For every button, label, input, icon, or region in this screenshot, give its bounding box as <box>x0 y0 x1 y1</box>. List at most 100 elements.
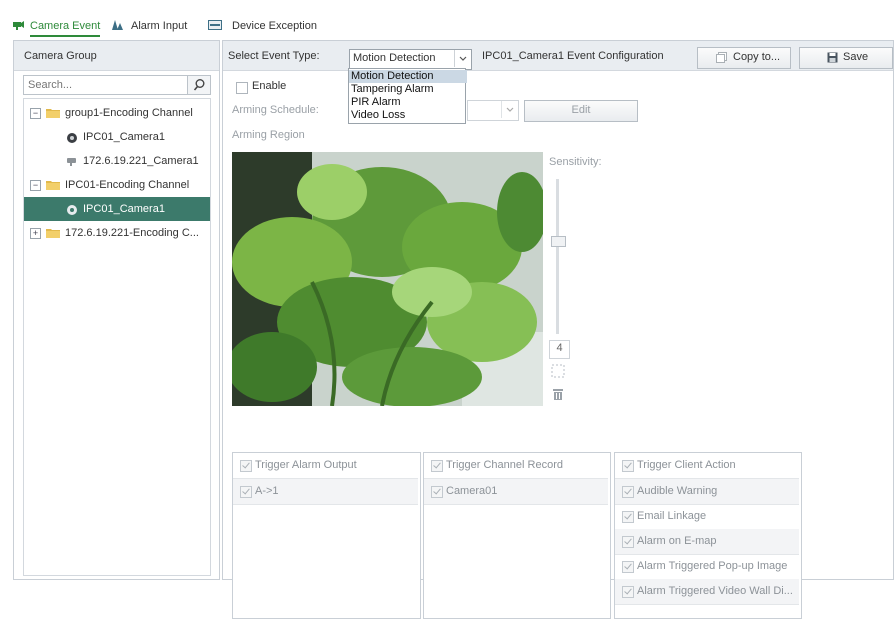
item-label: Alarm Triggered Pop-up Image <box>637 560 788 572</box>
tree-node-label: group1-Encoding Channel <box>65 107 193 119</box>
copy-icon <box>716 52 727 63</box>
trigger-header-label: Trigger Client Action <box>637 459 736 471</box>
trigger-alarm-output-header[interactable]: Trigger Alarm Output <box>233 453 418 479</box>
trigger-client-action-checkbox[interactable] <box>622 460 634 472</box>
item-label: Camera01 <box>446 485 498 497</box>
dropdown-arrow[interactable] <box>454 50 471 67</box>
camera-tree: − group1-Encoding Channel IPC01_Camera1 … <box>23 98 211 576</box>
collapse-toggle[interactable]: − <box>30 108 41 119</box>
item-checkbox[interactable] <box>622 536 634 548</box>
tree-node-group1[interactable]: − group1-Encoding Channel <box>24 101 210 125</box>
tab-label: Camera Event <box>30 15 101 37</box>
item-checkbox[interactable] <box>240 486 252 498</box>
list-item[interactable]: Audible Warning <box>615 479 799 505</box>
trigger-alarm-output-checkbox[interactable] <box>240 460 252 472</box>
item-label: A->1 <box>255 485 279 497</box>
event-config-header: Select Event Type: Motion Detection IPC0… <box>223 41 893 71</box>
sensitivity-slider-thumb[interactable] <box>551 236 566 247</box>
fullscreen-button[interactable] <box>551 364 565 378</box>
list-item[interactable]: Alarm Triggered Video Wall Di... <box>615 579 799 605</box>
item-checkbox[interactable] <box>622 511 634 523</box>
bullet-camera-icon <box>67 158 76 166</box>
trigger-header-label: Trigger Alarm Output <box>255 459 357 471</box>
arming-schedule-label: Arming Schedule: <box>232 104 319 116</box>
list-item[interactable]: Alarm on E-map <box>615 529 799 555</box>
camera-group-panel: Camera Group − group1-Encoding Channel I… <box>13 40 220 580</box>
folder-icon <box>46 109 60 118</box>
collapse-toggle[interactable]: − <box>30 180 41 191</box>
tree-node-camera[interactable]: 172.6.19.221_Camera1 <box>24 149 210 173</box>
item-checkbox[interactable] <box>622 561 634 573</box>
trigger-channel-record-panel: Trigger Channel Record Camera01 <box>423 452 611 619</box>
dropdown-option-pir-alarm[interactable]: PIR Alarm <box>349 96 467 109</box>
camera-group-title: Camera Group <box>14 41 219 71</box>
trigger-alarm-output-panel: Trigger Alarm Output A->1 <box>232 452 421 619</box>
tree-node-camera[interactable]: IPC01_Camera1 <box>24 125 210 149</box>
edit-schedule-button[interactable]: Edit <box>524 100 638 122</box>
event-type-value: Motion Detection <box>353 52 436 64</box>
item-checkbox[interactable] <box>431 486 443 498</box>
event-tab-bar: Camera Event Alarm Input Device Exceptio… <box>0 15 894 37</box>
trigger-client-action-header[interactable]: Trigger Client Action <box>615 453 799 479</box>
trigger-channel-record-header[interactable]: Trigger Channel Record <box>424 453 608 479</box>
tab-label: Device Exception <box>232 20 317 32</box>
save-label: Save <box>843 51 869 63</box>
search-button[interactable] <box>187 76 210 94</box>
search-box <box>23 75 211 95</box>
list-item[interactable]: A->1 <box>233 479 418 505</box>
list-item[interactable]: Email Linkage <box>615 504 799 530</box>
item-checkbox[interactable] <box>622 486 634 498</box>
dropdown-option-tampering-alarm[interactable]: Tampering Alarm <box>349 83 467 96</box>
list-item[interactable]: Camera01 <box>424 479 608 505</box>
event-type-select[interactable]: Motion Detection <box>349 49 472 70</box>
sensitivity-slider-track[interactable] <box>556 179 559 334</box>
camera-preview-image <box>232 152 543 406</box>
tree-node-label: 172.6.19.221-Encoding C... <box>65 227 199 239</box>
chevron-down-icon <box>506 107 514 112</box>
arming-region-video[interactable] <box>232 152 543 406</box>
tree-node-label: IPC01_Camera1 <box>83 131 165 143</box>
dropdown-option-video-loss[interactable]: Video Loss <box>349 109 467 122</box>
delete-region-button[interactable] <box>551 387 565 401</box>
tab-device-exception[interactable]: Device Exception <box>208 15 318 37</box>
save-button[interactable]: Save <box>799 47 893 69</box>
enable-label: Enable <box>252 80 287 92</box>
tab-camera-event[interactable]: Camera Event <box>12 15 104 37</box>
expand-toggle[interactable]: + <box>30 228 41 239</box>
schedule-dropdown-arrow[interactable] <box>501 101 518 118</box>
dome-camera-icon <box>67 205 77 215</box>
copy-to-label: Copy to... <box>733 51 781 63</box>
sensitivity-label: Sensitivity: <box>549 156 602 168</box>
sensitivity-value: 4 <box>549 340 570 359</box>
tab-alarm-input[interactable]: Alarm Input <box>112 15 197 37</box>
folder-icon <box>46 229 60 238</box>
alarm-input-icon <box>112 20 123 30</box>
tree-node-ipc01-group[interactable]: − IPC01-Encoding Channel <box>24 173 210 197</box>
event-type-dropdown-menu: Motion Detection Tampering Alarm PIR Ala… <box>348 68 467 124</box>
list-item[interactable]: Alarm Triggered Pop-up Image <box>615 554 799 580</box>
arming-schedule-select[interactable] <box>467 100 519 121</box>
tree-node-label: 172.6.19.221_Camera1 <box>83 155 199 167</box>
arming-region-label: Arming Region <box>232 129 305 141</box>
tree-node-172-group[interactable]: + 172.6.19.221-Encoding C... <box>24 221 210 245</box>
chevron-down-icon <box>459 56 467 61</box>
event-config-panel: Select Event Type: Motion Detection IPC0… <box>222 40 894 619</box>
trash-icon <box>553 389 563 400</box>
trigger-client-action-panel: Trigger Client Action Audible Warning Em… <box>614 452 802 619</box>
tree-node-camera-selected[interactable]: IPC01_Camera1 <box>24 197 210 221</box>
fullscreen-icon <box>551 364 565 378</box>
item-label: Alarm Triggered Video Wall Di... <box>637 585 793 597</box>
search-icon <box>193 79 205 91</box>
enable-checkbox[interactable] <box>236 82 248 94</box>
tree-node-label: IPC01-Encoding Channel <box>65 179 190 191</box>
trigger-channel-record-checkbox[interactable] <box>431 460 443 472</box>
select-event-type-label: Select Event Type: <box>228 50 320 62</box>
tab-label: Alarm Input <box>131 20 188 32</box>
save-icon <box>827 52 838 63</box>
dropdown-option-motion-detection[interactable]: Motion Detection <box>349 70 467 83</box>
item-label: Audible Warning <box>637 485 718 497</box>
trigger-header-label: Trigger Channel Record <box>446 459 563 471</box>
search-input[interactable] <box>24 76 188 94</box>
copy-to-button[interactable]: Copy to... <box>697 47 791 69</box>
config-title: IPC01_Camera1 Event Configuration <box>482 50 664 62</box>
